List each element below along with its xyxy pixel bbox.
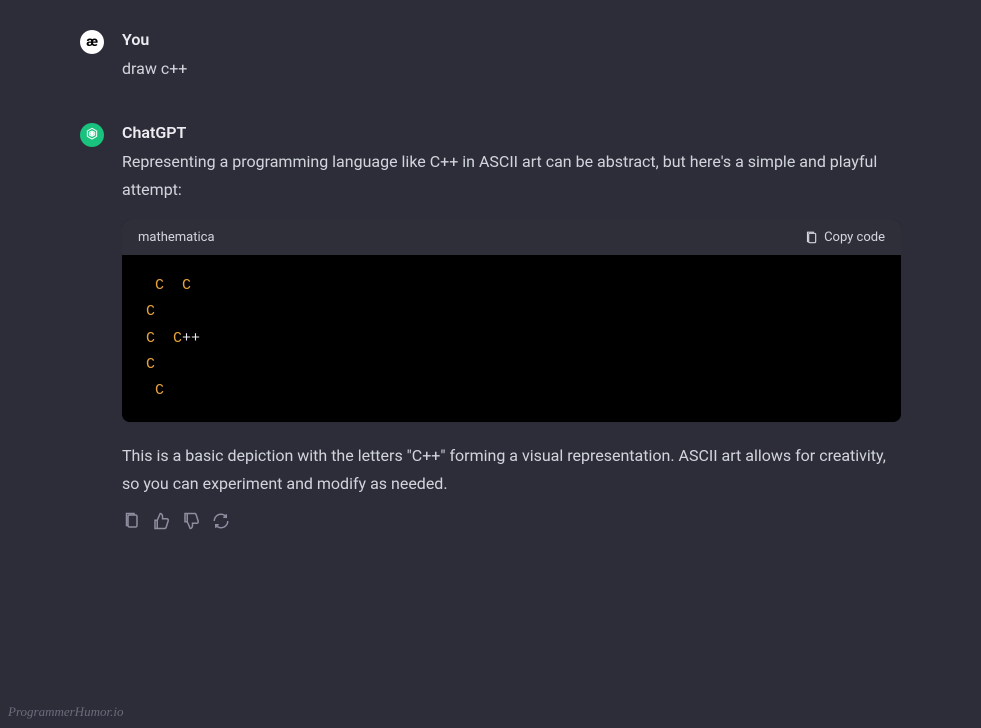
regenerate-icon[interactable] bbox=[212, 512, 230, 530]
user-message: æ You draw c++ bbox=[80, 30, 901, 83]
copy-code-label: Copy code bbox=[824, 230, 885, 245]
code-language-label: mathematica bbox=[138, 230, 215, 245]
user-text: draw c++ bbox=[122, 55, 901, 83]
user-message-content: You draw c++ bbox=[122, 30, 901, 83]
thumbs-down-icon[interactable] bbox=[182, 512, 200, 530]
code-block: mathematica Copy code C C C C C++ C C bbox=[122, 220, 901, 422]
assistant-message: ChatGPT Representing a programming langu… bbox=[80, 123, 901, 530]
openai-logo-icon bbox=[84, 127, 100, 143]
action-bar bbox=[122, 512, 901, 530]
copy-code-button[interactable]: Copy code bbox=[804, 230, 885, 245]
assistant-message-content: ChatGPT Representing a programming langu… bbox=[122, 123, 901, 530]
user-avatar: æ bbox=[80, 30, 104, 54]
assistant-outro-text: This is a basic depiction with the lette… bbox=[122, 442, 901, 498]
assistant-avatar bbox=[80, 123, 104, 147]
user-name: You bbox=[122, 30, 901, 49]
code-content[interactable]: C C C C C++ C C bbox=[122, 255, 901, 422]
assistant-name: ChatGPT bbox=[122, 123, 901, 142]
clipboard-icon bbox=[804, 231, 818, 245]
copy-icon[interactable] bbox=[122, 512, 140, 530]
code-header: mathematica Copy code bbox=[122, 220, 901, 255]
assistant-intro-text: Representing a programming language like… bbox=[122, 148, 901, 204]
user-avatar-symbol: æ bbox=[86, 34, 98, 50]
watermark: ProgrammerHumor.io bbox=[8, 704, 123, 720]
thumbs-up-icon[interactable] bbox=[152, 512, 170, 530]
